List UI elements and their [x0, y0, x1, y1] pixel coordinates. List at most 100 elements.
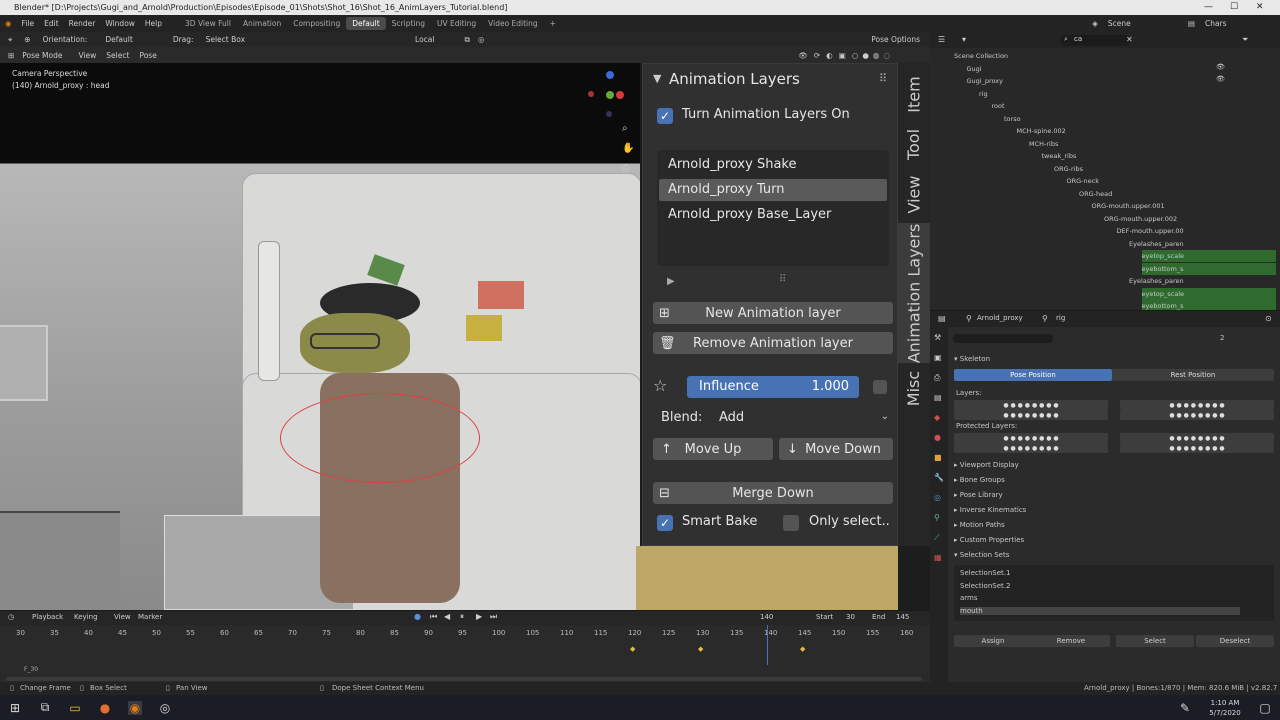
workspace-tab-video-editing[interactable]: Video Editing — [482, 17, 544, 30]
editor-type-icon[interactable]: ▤ — [938, 314, 946, 323]
merge-down-button[interactable]: ⊟ Merge Down — [653, 482, 893, 504]
editor-type-icon[interactable]: ⊞ — [8, 51, 14, 60]
shading-wireframe-icon[interactable]: ○ — [852, 51, 859, 60]
outliner-row[interactable]: tweak_ribs — [1042, 150, 1077, 162]
file-explorer-icon[interactable]: ▭ — [68, 701, 82, 715]
visibility-toggle-icon[interactable]: 👁 — [1216, 75, 1225, 83]
layer-item-turn[interactable]: Arnold_proxy Turn — [659, 179, 887, 201]
end-frame-field[interactable]: 145 — [896, 613, 909, 621]
bone-layers-grid-d[interactable]: ● ● ● ● ● ● ● ● — [1120, 410, 1274, 420]
outliner-row[interactable]: ORG-head — [1079, 188, 1112, 200]
smart-bake-checkbox[interactable]: ✓ — [657, 515, 673, 531]
tab-item[interactable]: Item — [898, 69, 930, 119]
properties-section-header[interactable]: ▸ Viewport Display — [954, 461, 1019, 469]
modifier-properties-icon[interactable]: 🔧 — [934, 473, 944, 482]
playback-menu[interactable]: Playback — [32, 613, 63, 621]
add-workspace-button[interactable]: + — [544, 17, 562, 30]
tab-view[interactable]: View — [898, 169, 930, 219]
visibility-icon[interactable]: 👁 — [798, 51, 808, 60]
jump-end-icon[interactable]: ⏭ — [490, 612, 497, 622]
outliner-row[interactable]: DEF-mouth.upper.00 — [1117, 225, 1184, 237]
clock[interactable]: 1:10 AM 5/7/2020 — [1200, 698, 1250, 718]
outliner-row[interactable]: MCH-ribs — [1029, 138, 1058, 150]
bone-layers-grid-b[interactable]: ● ● ● ● ● ● ● ● — [954, 410, 1108, 420]
skeleton-section-header[interactable]: ▾ Skeleton — [954, 355, 990, 363]
keying-menu[interactable]: Keying — [74, 613, 98, 621]
texture-properties-icon[interactable]: ▦ — [934, 553, 942, 562]
shading-solid-icon[interactable]: ● — [862, 51, 869, 60]
visibility-toggle-icon[interactable]: 👁 — [1216, 63, 1225, 71]
assign-button[interactable]: Assign — [954, 635, 1032, 647]
navigation-gizmo[interactable] — [584, 71, 624, 117]
firefox-icon[interactable]: ● — [98, 701, 112, 715]
outliner-row[interactable]: eyetop_scale — [1141, 250, 1276, 262]
menu-select[interactable]: Select — [106, 51, 129, 60]
bone-properties-icon[interactable]: ⟋ — [934, 533, 940, 543]
menu-window[interactable]: Window — [100, 19, 140, 28]
workspace-tab-default[interactable]: Default — [346, 17, 386, 30]
menu-help[interactable]: Help — [140, 19, 167, 28]
list-expand-icon[interactable]: ▶ — [667, 276, 675, 287]
menu-file[interactable]: File — [17, 19, 40, 28]
output-properties-icon[interactable]: ⎙ — [934, 373, 940, 383]
transform-orientation-dropdown[interactable]: Local — [415, 35, 434, 44]
cursor-tool-icon[interactable]: ⌖ — [8, 35, 12, 45]
start-frame-field[interactable]: 30 — [846, 613, 855, 621]
move-up-button[interactable]: ↑ Move Up — [653, 438, 773, 460]
windows-start-icon[interactable]: ⊞ — [8, 701, 22, 715]
obs-icon[interactable]: ◎ — [158, 701, 172, 715]
deselect-button[interactable]: Deselect — [1196, 635, 1274, 647]
pose-position-button[interactable]: Pose Position — [954, 369, 1112, 381]
list-resize-handle-icon[interactable]: ⠿ — [779, 274, 786, 285]
3d-viewport[interactable]: Camera Perspective (140) Arnold_proxy : … — [0, 63, 640, 610]
protected-layers-grid-b[interactable]: ● ● ● ● ● ● ● ● — [954, 443, 1108, 453]
workspace-tab-compositing[interactable]: Compositing — [287, 17, 346, 30]
keyframe-marker[interactable]: ◆ — [630, 645, 635, 653]
mode-dropdown[interactable]: Pose Mode — [22, 51, 62, 60]
timeline-editor[interactable]: ◷ Playback Keying View Marker ● ⏮ ◀ ⏸ ▶ … — [0, 610, 930, 682]
xray-icon[interactable]: ▣ — [839, 51, 846, 60]
outliner-search-input[interactable]: ⌕ ca — [1060, 35, 1130, 46]
gizmo-icon[interactable]: ⟳ — [814, 51, 820, 60]
tab-misc[interactable]: Misc — [898, 363, 930, 413]
outliner-row[interactable]: ORG-mouth.upper.002 — [1104, 213, 1177, 225]
notifications-icon[interactable]: ▢ — [1258, 701, 1272, 715]
menu-view[interactable]: View — [78, 51, 96, 60]
outliner-row[interactable]: root — [992, 100, 1005, 112]
proportional-icon[interactable]: ◎ — [478, 35, 485, 44]
properties-section-header[interactable]: ▸ Inverse Kinematics — [954, 506, 1026, 514]
outliner-row[interactable]: Gugi_proxy — [967, 75, 1003, 87]
workspace-tab-3d-view-full[interactable]: 3D View Full — [179, 17, 237, 30]
properties-section-header[interactable]: ▸ Motion Paths — [954, 521, 1005, 529]
pan-hand-icon[interactable]: ✋ — [622, 143, 634, 154]
timeline-scrollbar[interactable] — [6, 677, 922, 681]
collapse-chevron-icon[interactable]: ▼ — [653, 72, 661, 85]
scene-selector[interactable]: Scene — [1103, 19, 1183, 28]
selection-set-item[interactable]: mouth — [960, 606, 1240, 615]
display-mode-icon[interactable]: ▾ — [962, 35, 966, 44]
outliner-row[interactable]: Eyelashes_paren — [1129, 238, 1184, 250]
record-icon[interactable]: ● — [414, 612, 421, 621]
star-icon[interactable]: ☆ — [653, 376, 667, 395]
close-icon[interactable]: ✕ — [1256, 0, 1264, 15]
influence-mute-checkbox[interactable] — [873, 380, 887, 394]
protected-layers-grid-c[interactable]: ● ● ● ● ● ● ● ● — [1120, 433, 1274, 443]
outliner-row[interactable]: eyebottom_s — [1141, 262, 1276, 275]
view-layer-selector[interactable]: Chars — [1200, 19, 1280, 28]
tool-properties-icon[interactable]: ⚒ — [934, 333, 941, 342]
only-selected-checkbox[interactable] — [783, 515, 799, 531]
character-arnold[interactable] — [280, 273, 480, 603]
selection-set-item[interactable]: arms — [960, 594, 1240, 602]
select-button[interactable]: Select — [1116, 635, 1194, 647]
minimize-icon[interactable]: — — [1204, 0, 1213, 15]
shading-material-icon[interactable]: ◍ — [873, 51, 880, 60]
pose-options-dropdown[interactable]: Pose Options — [871, 35, 920, 44]
blender-taskbar-icon[interactable]: ◉ — [128, 700, 142, 715]
maximize-icon[interactable]: ☐ — [1230, 0, 1238, 15]
orientation-dropdown[interactable]: Default — [105, 35, 132, 44]
view-menu[interactable]: View — [114, 613, 131, 621]
outliner-row[interactable]: eyetop_scale — [1141, 287, 1276, 300]
workspace-tab-uv-editing[interactable]: UV Editing — [431, 17, 482, 30]
drag-handle-icon[interactable]: ⠿ — [879, 72, 887, 85]
physics-properties-icon[interactable]: ◎ — [934, 493, 941, 502]
